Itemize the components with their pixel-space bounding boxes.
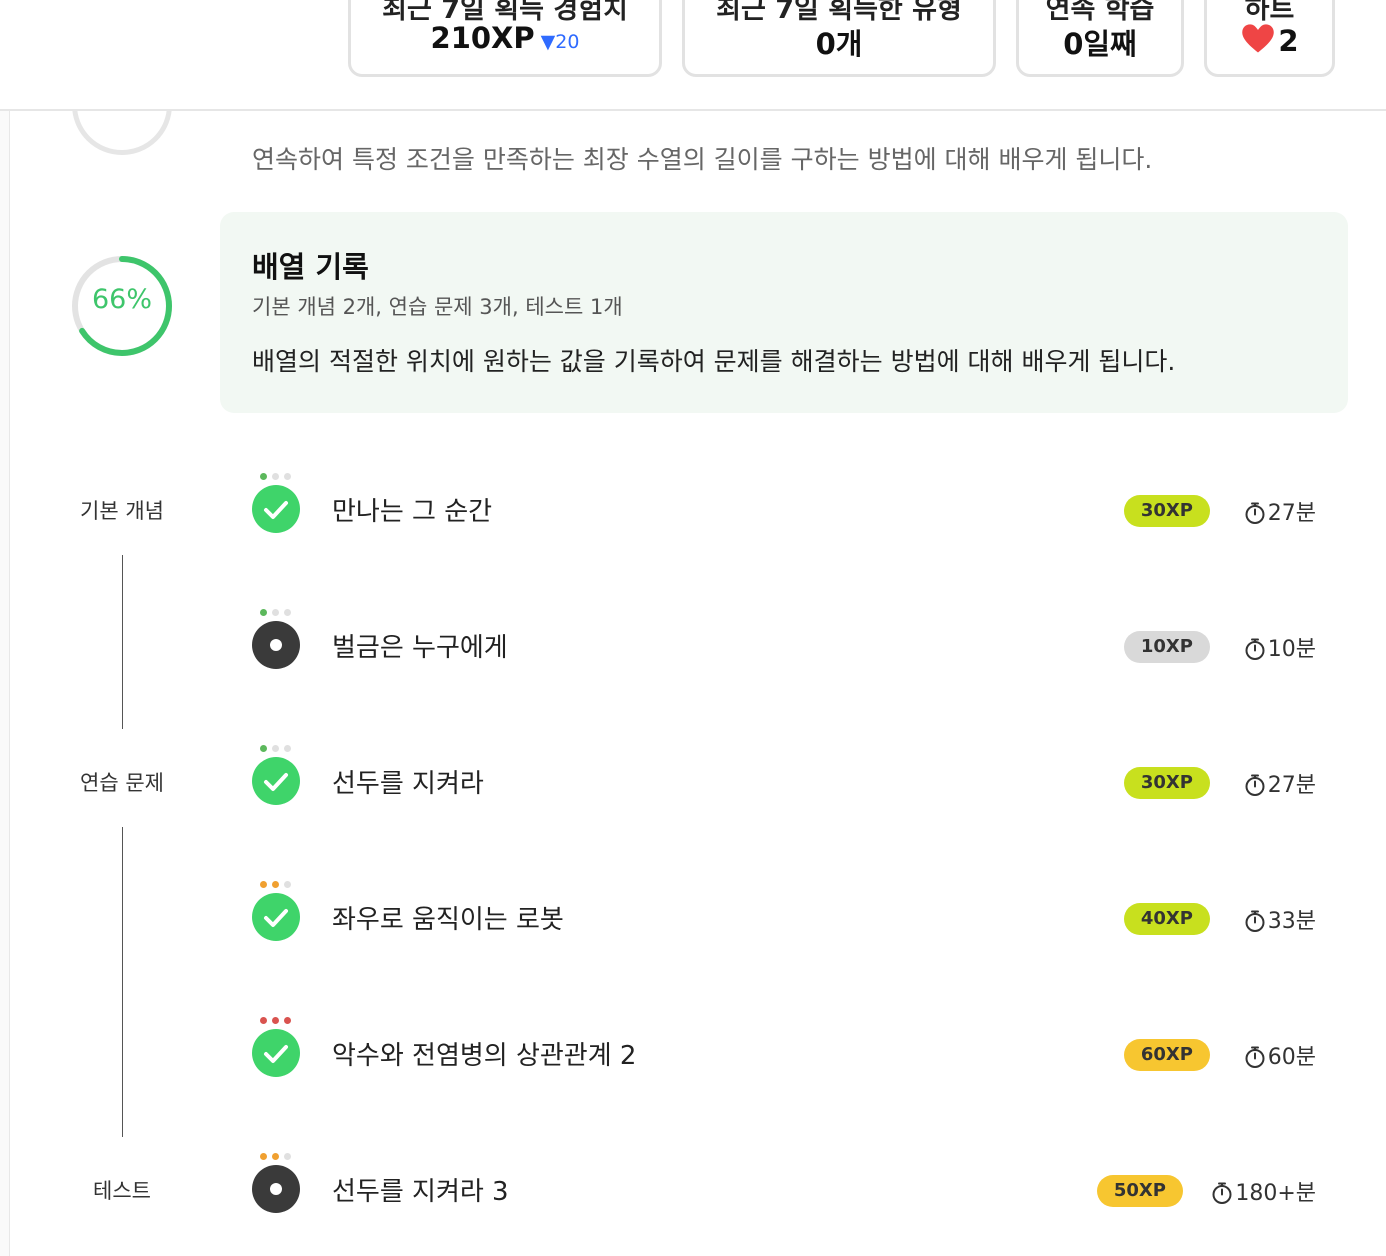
difficulty-dot: [284, 745, 291, 752]
stopwatch-icon: [1245, 502, 1265, 524]
lesson-title: 벌금은 누구에게: [332, 633, 508, 663]
lesson-title: 만나는 그 순간: [332, 497, 493, 527]
difficulty-dot: [272, 881, 279, 888]
stat-card-weekly-types: 최근 7일 획득한 유형 0개: [682, 0, 996, 77]
lesson-time-value: 27분: [1267, 501, 1316, 526]
lesson-row[interactable]: 좌우로 움직이는 로봇 40XP 33분: [0, 881, 1386, 961]
heart-icon: [1242, 24, 1275, 53]
lesson-time: 10분: [1243, 631, 1316, 663]
hearts-count: 2: [1278, 24, 1299, 58]
difficulty-dot: [284, 609, 291, 616]
difficulty-indicator: [260, 1153, 296, 1161]
stat-value: 2: [1207, 21, 1332, 58]
xp-delta: ▼20: [540, 31, 580, 53]
difficulty-dot: [272, 1017, 279, 1024]
difficulty-dot: [260, 473, 267, 480]
lesson-row[interactable]: 악수와 전염병의 상관관계 2 60XP 60분: [0, 1017, 1386, 1097]
xp-badge: 10XP: [1123, 631, 1210, 663]
radio-circle-icon: [252, 1165, 300, 1213]
difficulty-dot: [260, 1017, 267, 1024]
chapter-title: 배열 기록: [252, 250, 369, 284]
stats-bar: 최근 7일 획득 경험치 210XP ▼20 최근 7일 획득한 유형 0개 연속…: [0, 0, 1386, 111]
chapter-card[interactable]: 배열 기록 기본 개념 2개, 연습 문제 3개, 테스트 1개 배열의 적절한…: [220, 212, 1348, 413]
lesson-title: 선두를 지켜라: [332, 769, 484, 799]
difficulty-indicator: [260, 881, 296, 889]
radio-circle-icon: [252, 621, 300, 669]
xp-badge: 50XP: [1096, 1175, 1183, 1207]
lesson-title: 좌우로 움직이는 로봇: [332, 905, 564, 935]
difficulty-dot: [284, 473, 291, 480]
difficulty-dot: [284, 881, 291, 888]
stat-value: 0일째: [1063, 27, 1137, 61]
stat-card-weekly-xp: 최근 7일 획득 경험치 210XP ▼20: [348, 0, 662, 77]
weekly-xp-value: 210XP: [430, 21, 535, 55]
lesson-time-value: 33분: [1267, 909, 1316, 934]
stopwatch-icon: [1245, 774, 1265, 796]
stopwatch-icon: [1212, 1182, 1232, 1204]
previous-chapter-description: 연속하여 특정 조건을 만족하는 최장 수열의 길이를 구하는 방법에 대해 배…: [252, 145, 1153, 174]
stopwatch-icon: [1245, 910, 1265, 932]
stat-card-hearts: 하트 2: [1204, 0, 1335, 77]
lesson-time-value: 27분: [1267, 773, 1316, 798]
xp-badge: 40XP: [1123, 903, 1210, 935]
stopwatch-icon: [1245, 1046, 1265, 1068]
lesson-time: 27분: [1243, 495, 1316, 527]
lesson-time-value: 180+분: [1235, 1181, 1316, 1206]
stopwatch-icon: [1245, 638, 1265, 660]
lesson-title: 악수와 전염병의 상관관계 2: [332, 1041, 637, 1071]
lesson-row[interactable]: 선두를 지켜라 30XP 27분: [0, 745, 1386, 825]
lesson-time: 60분: [1243, 1039, 1316, 1071]
difficulty-dot: [272, 745, 279, 752]
difficulty-indicator: [260, 745, 296, 753]
difficulty-dot: [260, 1153, 267, 1160]
xp-badge: 30XP: [1123, 495, 1210, 527]
difficulty-indicator: [260, 609, 296, 617]
difficulty-dot: [284, 1017, 291, 1024]
check-circle-icon: [252, 893, 300, 941]
chapter-description: 배열의 적절한 위치에 원하는 값을 기록하여 문제를 해결하는 방법에 대해 …: [252, 347, 1176, 376]
stat-value: 210XP ▼20: [351, 21, 659, 55]
xp-badge: 60XP: [1123, 1039, 1210, 1071]
lesson-time: 180+분: [1210, 1175, 1316, 1207]
stat-card-streak: 연속 학습 0일째: [1016, 0, 1184, 77]
lesson-row[interactable]: 벌금은 누구에게 10XP 10분: [0, 609, 1386, 689]
lesson-time-value: 60분: [1267, 1045, 1316, 1070]
difficulty-indicator: [260, 1017, 296, 1025]
lesson-time: 33분: [1243, 903, 1316, 935]
lesson-title: 선두를 지켜라 3: [332, 1177, 509, 1207]
difficulty-dot: [260, 881, 267, 888]
stat-value: 0개: [815, 27, 863, 61]
lesson-time: 27분: [1243, 767, 1316, 799]
lesson-time-value: 10분: [1267, 637, 1316, 662]
difficulty-dot: [272, 1153, 279, 1160]
difficulty-dot: [260, 609, 267, 616]
xp-badge: 30XP: [1123, 767, 1210, 799]
difficulty-dot: [272, 473, 279, 480]
check-circle-icon: [252, 1029, 300, 1077]
check-circle-icon: [252, 757, 300, 805]
difficulty-dot: [284, 1153, 291, 1160]
lesson-row[interactable]: 선두를 지켜라 3 50XP 180+분: [0, 1153, 1386, 1233]
difficulty-dot: [272, 609, 279, 616]
lesson-row[interactable]: 만나는 그 순간 30XP 27분: [0, 473, 1386, 553]
chapter-progress-label: 66%: [91, 284, 152, 315]
difficulty-indicator: [260, 473, 296, 481]
difficulty-dot: [260, 745, 267, 752]
chapter-meta: 기본 개념 2개, 연습 문제 3개, 테스트 1개: [252, 295, 623, 319]
check-circle-icon: [252, 485, 300, 533]
